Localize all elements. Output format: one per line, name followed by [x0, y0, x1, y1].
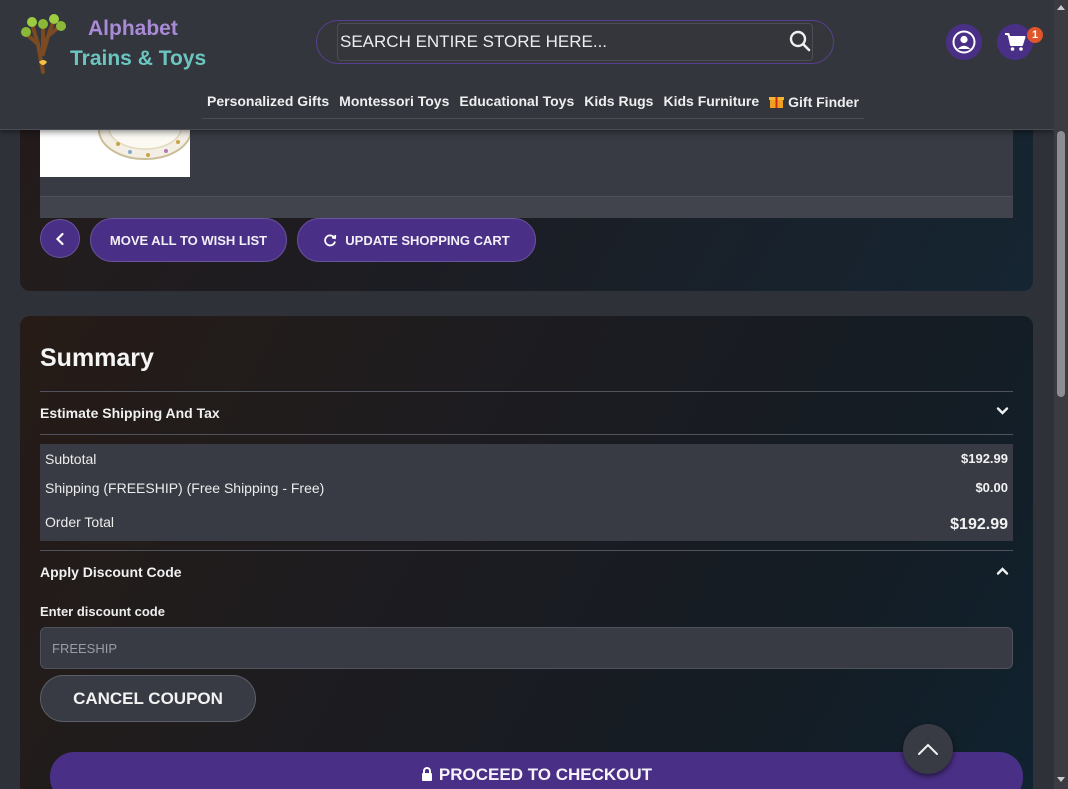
lock-icon	[421, 767, 432, 781]
nav-kids-furniture[interactable]: Kids Furniture	[658, 87, 764, 118]
divider	[40, 550, 1013, 551]
cart-icon	[1005, 33, 1026, 51]
cart-count-badge: 1	[1027, 27, 1043, 43]
nav-gift-finder[interactable]: Gift Finder	[764, 87, 864, 118]
proceed-to-checkout-button[interactable]: PROCEED TO CHECKOUT	[50, 752, 1023, 789]
scroll-up-arrow-icon[interactable]	[1057, 4, 1065, 12]
cancel-coupon-button[interactable]: CANCEL COUPON	[40, 675, 256, 722]
chevron-down-icon[interactable]	[996, 406, 1009, 416]
checkout-label: PROCEED TO CHECKOUT	[438, 765, 653, 784]
nav-educational-toys[interactable]: Educational Toys	[454, 87, 579, 118]
search-icon[interactable]	[789, 30, 811, 52]
main-nav: Personalized Gifts Montessori Toys Educa…	[202, 87, 864, 119]
summary-title: Summary	[40, 344, 154, 372]
search-bar: SEARCH ENTIRE STORE HERE...	[316, 20, 834, 64]
estimate-shipping-toggle[interactable]: Estimate Shipping And Tax	[40, 405, 220, 421]
nav-gift-finder-label: Gift Finder	[788, 93, 859, 110]
account-icon	[952, 30, 976, 54]
store-logo[interactable]: Alphabet Trains & Toys	[18, 14, 218, 76]
shipping-label: Shipping (FREESHIP) (Free Shipping - Fre…	[45, 480, 325, 496]
scrollbar-thumb[interactable]	[1057, 131, 1065, 397]
refresh-icon	[324, 234, 337, 247]
chevron-up-icon[interactable]	[996, 566, 1009, 576]
chevron-left-icon	[55, 232, 64, 245]
subtotal-value: $192.99	[961, 451, 1008, 466]
arrow-up-icon	[918, 743, 938, 755]
divider	[40, 391, 1013, 392]
continue-shopping-button[interactable]	[40, 219, 80, 258]
tree-logo-icon	[21, 14, 66, 74]
nav-montessori-toys[interactable]: Montessori Toys	[334, 87, 454, 118]
product-image[interactable]	[40, 130, 190, 177]
divider	[40, 434, 1013, 435]
site-header: Alphabet Trains & Toys SEARCH ENTIRE STO…	[0, 0, 1054, 130]
scroll-down-arrow-icon[interactable]	[1057, 775, 1065, 783]
move-to-wishlist-button[interactable]: MOVE ALL TO WISH LIST	[90, 218, 287, 262]
order-total-label: Order Total	[45, 514, 114, 530]
subtotal-label: Subtotal	[45, 451, 97, 467]
update-cart-label: UPDATE SHOPPING CART	[345, 232, 510, 248]
cart-row-footer	[40, 197, 1013, 218]
discount-code-input[interactable]: FREESHIP	[40, 627, 1013, 669]
shipping-value: $0.00	[975, 480, 1008, 495]
product-plate-image	[98, 130, 190, 160]
move-to-wishlist-label: MOVE ALL TO WISH LIST	[109, 232, 268, 248]
page-scrollbar[interactable]	[1054, 0, 1068, 789]
logo-text-alphabet: Alphabet	[88, 17, 178, 40]
logo-text-trains-toys: Trains & Toys	[70, 47, 207, 70]
discount-code-label: Enter discount code	[40, 604, 165, 619]
account-button[interactable]	[946, 24, 982, 60]
search-input[interactable]: SEARCH ENTIRE STORE HERE...	[337, 23, 813, 61]
gift-icon	[769, 97, 785, 108]
scroll-to-top-button[interactable]	[903, 724, 953, 774]
update-cart-button[interactable]: UPDATE SHOPPING CART	[297, 218, 536, 262]
apply-discount-toggle[interactable]: Apply Discount Code	[40, 564, 182, 580]
nav-kids-rugs[interactable]: Kids Rugs	[579, 87, 658, 118]
order-total-value: $192.99	[950, 516, 1008, 533]
nav-personalized-gifts[interactable]: Personalized Gifts	[202, 87, 334, 118]
totals-table: Subtotal $192.99 Shipping (FREESHIP) (Fr…	[40, 444, 1013, 541]
